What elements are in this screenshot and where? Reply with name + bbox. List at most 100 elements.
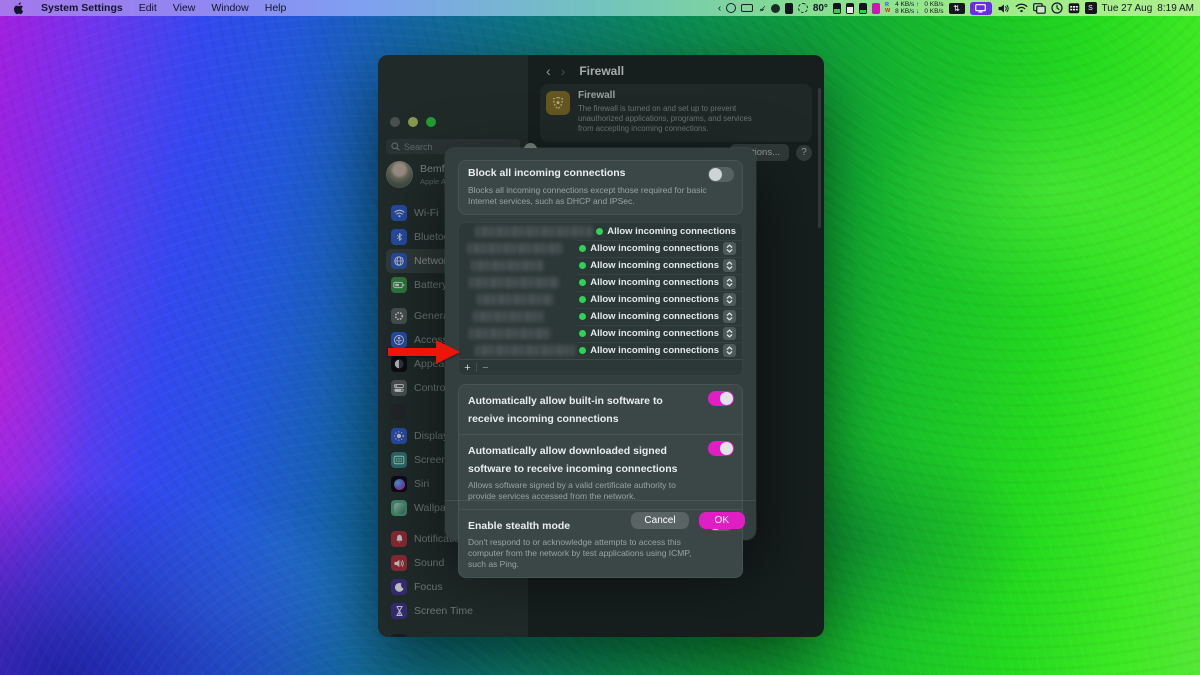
forward-chevron-icon[interactable]: › <box>561 63 566 79</box>
apple-menu-icon[interactable] <box>14 0 25 16</box>
connection-status-label: Allow incoming connections <box>607 226 736 237</box>
battery-app-icon[interactable] <box>785 0 793 16</box>
disk-meter-icon[interactable] <box>859 3 867 14</box>
connection-status-label: Allow incoming connections <box>590 294 719 305</box>
status-dot-icon <box>579 245 586 252</box>
bandwidth-icon[interactable]: ⇅ <box>949 3 965 14</box>
allowed-app-row[interactable]: Allow incoming connections <box>459 240 742 257</box>
annotation-arrow <box>388 340 460 364</box>
main-scrollbar[interactable] <box>818 88 821 228</box>
calendar-icon[interactable] <box>1068 0 1080 16</box>
stage-manager-icon[interactable] <box>1033 0 1046 16</box>
page-title: Firewall <box>579 64 624 78</box>
connection-stepper[interactable] <box>723 327 736 340</box>
connection-stepper[interactable] <box>723 293 736 306</box>
allowed-app-row[interactable]: Allow incoming connections <box>459 274 742 291</box>
back-chevron-icon[interactable]: ‹ <box>546 63 551 79</box>
firewall-options-dialog: Block all incoming connections Blocks al… <box>445 148 756 540</box>
allowed-app-row[interactable]: Allow incoming connections <box>459 223 742 240</box>
remove-app-button[interactable]: − <box>477 360 494 375</box>
sidebar-item-screen-time[interactable]: Screen Time <box>386 599 520 623</box>
allowed-app-row[interactable]: Allow incoming connections <box>459 257 742 274</box>
close-button[interactable] <box>390 117 400 127</box>
connection-stepper[interactable] <box>723 276 736 289</box>
sidebar-item-focus[interactable]: Focus <box>386 575 520 599</box>
status-dot-icon <box>579 347 586 354</box>
chevron-left-icon[interactable]: ‹ <box>718 0 721 16</box>
moon-icon <box>391 579 407 595</box>
menubar-app-name[interactable]: System Settings <box>41 2 123 14</box>
speaker-icon <box>391 555 407 571</box>
network-speed-primary[interactable]: 4 KB/s ↑8 KB/s ↓ <box>895 1 919 15</box>
screen-sharing-icon[interactable] <box>970 2 992 15</box>
sidebar-item-label: Sound <box>414 557 444 569</box>
shortcut-icon[interactable]: ⌄̷ <box>758 0 766 16</box>
add-app-button[interactable]: + <box>459 360 476 375</box>
status-dot-icon <box>579 296 586 303</box>
record-icon[interactable] <box>771 0 780 16</box>
list-toolbar: + − <box>459 359 742 375</box>
connection-stepper[interactable] <box>723 344 736 357</box>
siri-icon <box>391 476 407 492</box>
ok-button[interactable]: OK <box>699 512 745 529</box>
block-all-group: Block all incoming connections Blocks al… <box>458 160 743 215</box>
connection-status-label: Allow incoming connections <box>590 328 719 339</box>
sidebar-item-lock-screen[interactable]: Lock Screen <box>386 630 520 637</box>
redacted-app-name <box>475 226 593 237</box>
menu-help[interactable]: Help <box>265 2 287 14</box>
volume-icon[interactable] <box>997 0 1010 16</box>
sidebar-item-label: Lock Screen <box>414 636 472 637</box>
connection-stepper[interactable] <box>723 259 736 272</box>
sidebar-item-label: Focus <box>414 581 443 593</box>
status-dot-icon <box>579 313 586 320</box>
firewall-card-description: The firewall is turned on and set up to … <box>578 104 758 134</box>
temperature-status[interactable]: 80° <box>813 3 828 14</box>
display-icon[interactable] <box>741 0 753 16</box>
status-dot-icon <box>579 262 586 269</box>
avatar <box>386 161 413 188</box>
connection-status-label: Allow incoming connections <box>590 260 719 271</box>
disk-activity-icon[interactable] <box>872 3 880 14</box>
allowed-app-row[interactable]: Allow incoming connections <box>459 342 742 359</box>
search-icon <box>391 142 400 151</box>
zoom-button[interactable] <box>426 117 436 127</box>
grid-icon <box>391 452 407 468</box>
sun-icon <box>391 428 407 444</box>
setting-title: Automatically allow built-in software to… <box>468 395 663 425</box>
network-speed-secondary[interactable]: 0 KB/s0 KB/s <box>924 1 943 15</box>
connection-stepper[interactable] <box>723 242 736 255</box>
circular-arrow-icon[interactable] <box>726 0 736 16</box>
connection-status-label: Allow incoming connections <box>590 311 719 322</box>
setting-row-0: Automatically allow built-in software to… <box>459 385 742 434</box>
setting-description: Allows software signed by a valid certif… <box>468 480 700 502</box>
auto-allow-group: Automatically allow built-in software to… <box>458 384 743 578</box>
menu-view[interactable]: View <box>173 2 196 14</box>
menu-edit[interactable]: Edit <box>139 2 157 14</box>
redacted-app-name <box>473 311 543 322</box>
wifi-icon[interactable] <box>1015 0 1028 16</box>
cpu-meter-icon[interactable] <box>833 3 841 14</box>
gear-flower-icon[interactable] <box>798 0 808 16</box>
hidden-icon <box>391 404 407 420</box>
allowed-app-row[interactable]: Allow incoming connections <box>459 291 742 308</box>
connection-stepper[interactable] <box>723 310 736 323</box>
sidebar-item-label: Siri <box>414 478 429 490</box>
setting-toggle-0[interactable] <box>708 391 734 406</box>
sidebar-item-label: Battery <box>414 279 447 291</box>
menubar-time[interactable]: 8:19 AM <box>1157 3 1194 14</box>
setting-toggle-1[interactable] <box>708 441 734 456</box>
menubar-date[interactable]: Tue 27 Aug <box>1102 3 1153 14</box>
cancel-button[interactable]: Cancel <box>631 512 688 529</box>
help-button[interactable]: ? <box>796 145 812 161</box>
block-all-title: Block all incoming connections <box>468 167 626 180</box>
allowed-app-row[interactable]: Allow incoming connections <box>459 308 742 325</box>
block-all-toggle[interactable] <box>708 167 734 182</box>
input-source-icon[interactable]: S <box>1085 2 1097 14</box>
clock-icon[interactable] <box>1051 0 1063 16</box>
allowed-app-row[interactable]: Allow incoming connections <box>459 325 742 342</box>
menu-window[interactable]: Window <box>211 2 248 14</box>
search-placeholder: Search <box>404 142 433 152</box>
memory-meter-icon[interactable] <box>846 3 854 14</box>
status-dot-icon <box>579 330 586 337</box>
minimize-button[interactable] <box>408 117 418 127</box>
